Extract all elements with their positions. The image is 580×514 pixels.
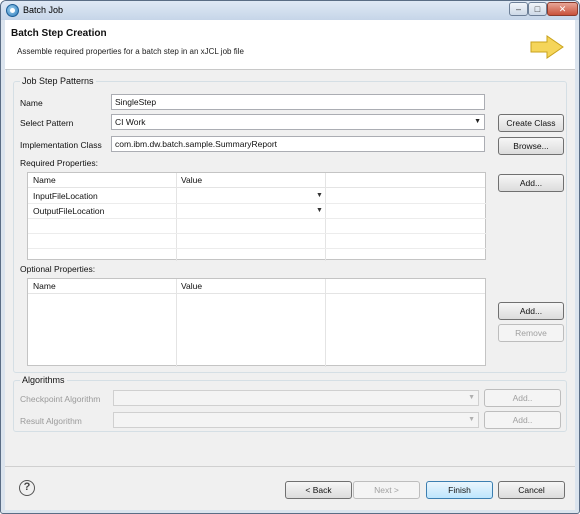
chevron-down-icon: ▼ [468, 416, 475, 423]
table-header: Name Value [28, 279, 485, 294]
column-divider [176, 279, 177, 367]
optional-properties-label: Optional Properties: [20, 264, 96, 274]
implementation-class-label: Implementation Class [20, 140, 102, 150]
result-algorithm-combo[interactable]: ▼ [113, 412, 479, 428]
implementation-class-field[interactable]: com.ibm.dw.batch.sample.SummaryReport [111, 136, 485, 152]
row-divider [28, 248, 487, 249]
result-add-button[interactable]: Add.. [484, 411, 561, 429]
column-header-name: Name [33, 281, 56, 291]
minimize-button[interactable]: – [509, 2, 528, 16]
table-header: Name Value [28, 173, 485, 188]
banner-title: Batch Step Creation [11, 28, 107, 39]
cancel-button[interactable]: Cancel [498, 481, 565, 499]
name-field[interactable]: SingleStep [111, 94, 485, 110]
group-title: Algorithms [20, 375, 67, 385]
column-header-name: Name [33, 175, 56, 185]
create-class-button[interactable]: Create Class [498, 114, 564, 132]
row-divider [28, 218, 487, 219]
title-bar[interactable]: Batch Job – □ ✕ [1, 1, 579, 20]
footer-separator [5, 466, 575, 467]
table-cell-name[interactable]: OutputFileLocation [33, 206, 104, 216]
maximize-button[interactable]: □ [528, 2, 547, 16]
checkpoint-algorithm-label: Checkpoint Algorithm [20, 394, 101, 404]
close-button[interactable]: ✕ [547, 2, 578, 16]
next-button[interactable]: Next > [353, 481, 420, 499]
table-cell-name[interactable]: InputFileLocation [33, 191, 98, 201]
column-divider [325, 279, 326, 367]
app-icon [6, 4, 19, 17]
banner-description: Assemble required properties for a batch… [17, 47, 244, 56]
checkpoint-algorithm-combo[interactable]: ▼ [113, 390, 479, 406]
required-add-button[interactable]: Add... [498, 174, 564, 192]
selected-pattern: CI Work [115, 117, 146, 127]
optional-add-button[interactable]: Add... [498, 302, 564, 320]
browse-button[interactable]: Browse... [498, 137, 564, 155]
result-algorithm-label: Result Algorithm [20, 416, 82, 426]
group-title: Job Step Patterns [20, 76, 96, 86]
name-label: Name [20, 98, 43, 108]
column-header-value: Value [181, 175, 203, 185]
row-divider [28, 233, 487, 234]
wizard-banner: Batch Step Creation Assemble required pr… [5, 20, 575, 70]
select-pattern-label: Select Pattern [20, 118, 74, 128]
required-properties-label: Required Properties: [20, 158, 98, 168]
cell-dropdown-icon[interactable]: ▼ [316, 192, 323, 199]
batch-job-dialog: Batch Job – □ ✕ Batch Step Creation Asse… [0, 0, 580, 514]
optional-remove-button[interactable]: Remove [498, 324, 564, 342]
column-header-value: Value [181, 281, 203, 291]
checkpoint-add-button[interactable]: Add.. [484, 389, 561, 407]
back-button[interactable]: < Back [285, 481, 352, 499]
cell-dropdown-icon[interactable]: ▼ [316, 207, 323, 214]
required-properties-table[interactable]: Name Value InputFileLocation ▼ OutputFil… [27, 172, 487, 261]
select-pattern-combo[interactable]: CI Work ▼ [111, 114, 485, 130]
optional-properties-table[interactable]: Name Value [27, 278, 486, 367]
chevron-down-icon: ▼ [474, 118, 481, 125]
help-icon[interactable]: ? [19, 480, 35, 496]
window-title: Batch Job [23, 5, 64, 15]
chevron-down-icon: ▼ [468, 394, 475, 401]
row-divider [28, 203, 487, 204]
arrow-right-icon [530, 35, 564, 59]
dialog-content: Job Step Patterns Name SingleStep Select… [5, 70, 575, 510]
finish-button[interactable]: Finish [426, 481, 493, 499]
